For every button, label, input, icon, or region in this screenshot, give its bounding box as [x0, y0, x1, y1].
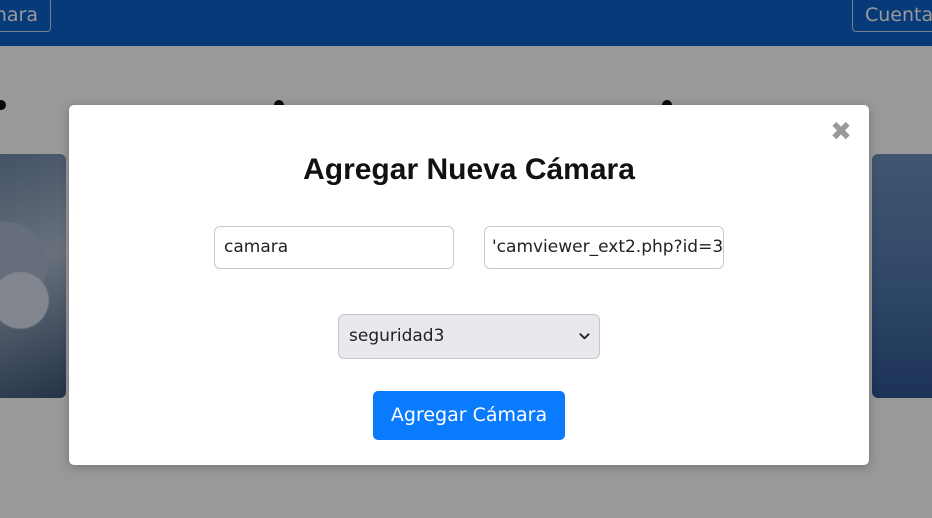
add-camera-modal: ✖ Agregar Nueva Cámara camara 'camviewer… — [69, 105, 869, 465]
close-icon[interactable]: ✖ — [830, 119, 852, 145]
camera-url-input[interactable]: 'camviewer_ext2.php?id=3 — [484, 226, 724, 269]
camera-group-select[interactable]: seguridad3 — [338, 314, 600, 359]
chevron-down-icon — [579, 333, 590, 340]
camera-name-input[interactable]: camara — [214, 226, 454, 269]
camera-group-selected-value: seguridad3 — [349, 326, 445, 346]
modal-title: Agregar Nueva Cámara — [303, 153, 635, 186]
add-camera-button[interactable]: Agregar Cámara — [373, 391, 565, 440]
